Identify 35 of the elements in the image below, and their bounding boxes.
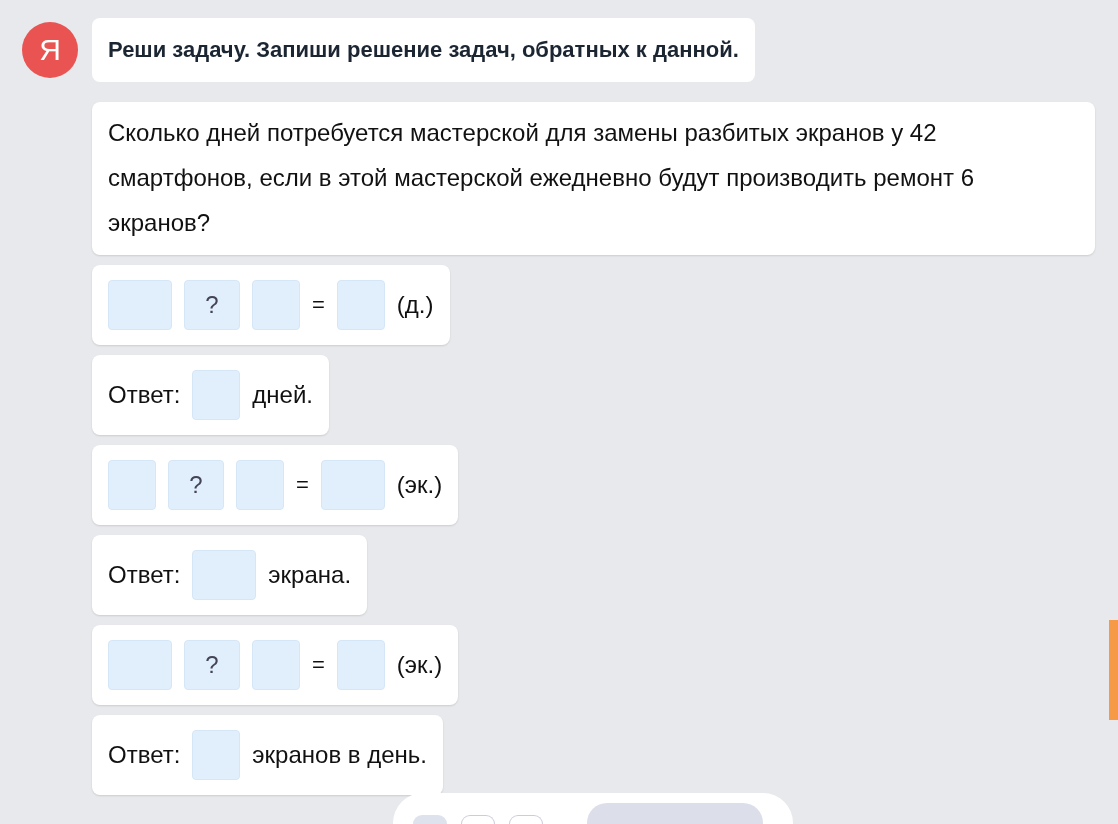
input-field[interactable] [108, 640, 172, 690]
equals-sign: = [312, 652, 325, 678]
answer-unit: экрана. [268, 561, 352, 589]
input-field[interactable] [192, 370, 241, 420]
equals-sign: = [296, 472, 309, 498]
operator-select[interactable]: ? [168, 460, 224, 510]
circle-button[interactable] [461, 815, 495, 824]
input-field[interactable] [336, 640, 385, 690]
avatar: Я [22, 22, 78, 78]
unit-label: (д.) [396, 291, 434, 319]
input-field[interactable] [192, 730, 241, 780]
input-field[interactable] [252, 640, 300, 690]
circle-button[interactable] [509, 815, 543, 824]
answer-label: Ответ: [108, 381, 181, 409]
problem-text: Сколько дней потребуется мастерской для замены разбитых экранов у 42 смартфонов, если в этой мастерской ежедневно будут производить ремонт 6 экранов? [92, 102, 1095, 255]
answer-label: Ответ: [108, 561, 181, 589]
answer-unit: дней. [252, 381, 314, 409]
unit-label: (эк.) [396, 471, 443, 499]
operator-select[interactable]: ? [184, 640, 240, 690]
circle-button[interactable] [413, 815, 447, 824]
input-field[interactable] [336, 280, 385, 330]
input-field[interactable] [108, 280, 172, 330]
side-tab[interactable] [1109, 620, 1118, 720]
input-field[interactable] [252, 280, 300, 330]
unit-label: (эк.) [396, 651, 443, 679]
input-field[interactable] [192, 550, 257, 600]
input-field[interactable] [108, 460, 156, 510]
operator-select[interactable]: ? [184, 280, 240, 330]
task-title: Реши задачу. Запиши решение задач, обратных к данной. [92, 18, 755, 82]
equals-sign: = [312, 292, 325, 318]
answer-unit: экранов в день. [252, 741, 427, 769]
action-button[interactable] [587, 803, 763, 824]
input-field[interactable] [236, 460, 284, 510]
input-field[interactable] [320, 460, 385, 510]
answer-label: Ответ: [108, 741, 181, 769]
